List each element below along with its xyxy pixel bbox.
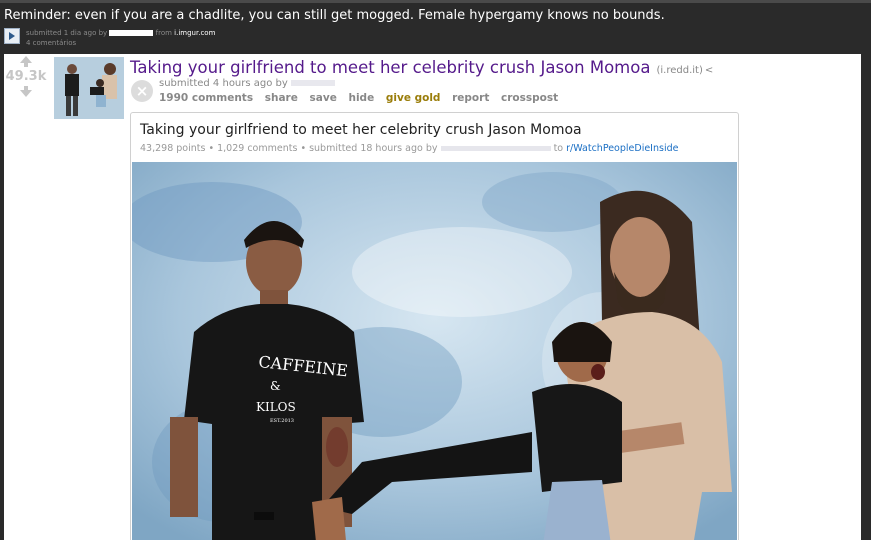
redacted-username bbox=[109, 30, 154, 36]
shirt-text-est: EST.2013 bbox=[270, 418, 294, 424]
crosspost-submitted: submitted 18 hours ago by bbox=[309, 143, 438, 154]
link-thumbnail-icon[interactable] bbox=[4, 28, 20, 44]
subreddit-link[interactable]: r/WatchPeopleDieInside bbox=[566, 143, 678, 154]
post-action-buttons: 1990 comments share save hide give gold … bbox=[159, 92, 566, 104]
crosspost-comments[interactable]: 1,029 comments bbox=[217, 143, 297, 154]
comments-button[interactable]: 1990 comments bbox=[159, 92, 253, 104]
crosspost-meta: 43,298 points • 1,029 comments • submitt… bbox=[140, 143, 679, 154]
downvote-icon[interactable] bbox=[4, 86, 48, 97]
hide-button[interactable]: hide bbox=[348, 92, 374, 104]
outer-post-title[interactable]: Reminder: even if you are a chadlite, yo… bbox=[4, 8, 665, 23]
outer-comments-link[interactable]: 4 comentários bbox=[26, 39, 76, 47]
post-title-link[interactable]: Taking your girlfriend to meet her celeb… bbox=[130, 58, 650, 77]
post-submitted-text: submitted 4 hours ago by bbox=[159, 78, 288, 89]
post-domain[interactable]: (i.redd.it) bbox=[656, 65, 702, 76]
crosspost-button[interactable]: crosspost bbox=[501, 92, 558, 104]
give-gold-button[interactable]: give gold bbox=[386, 92, 441, 104]
share-icon[interactable]: < bbox=[705, 65, 713, 76]
upvote-icon[interactable] bbox=[4, 56, 48, 67]
post-submitted-line: submitted 4 hours ago by bbox=[159, 78, 335, 89]
shirt-text-mark: & bbox=[270, 379, 281, 393]
outer-domain-link[interactable]: i.imgur.com bbox=[174, 29, 215, 37]
outer-submitted-text: submitted 1 dia ago by bbox=[26, 29, 108, 37]
redacted-username bbox=[291, 80, 335, 86]
post-thumbnail[interactable] bbox=[54, 57, 124, 119]
vote-column: 49.3k bbox=[4, 56, 48, 97]
top-border bbox=[0, 0, 871, 3]
report-button[interactable]: report bbox=[452, 92, 489, 104]
post-image[interactable]: CAFFEINE & KILOS EST.2013 bbox=[132, 162, 737, 540]
crosspost-title[interactable]: Taking your girlfriend to meet her celeb… bbox=[140, 122, 582, 138]
crosspost-to: to bbox=[553, 143, 564, 154]
outer-post-meta: submitted 1 dia ago by from i.imgur.com … bbox=[26, 28, 215, 48]
post-score: 49.3k bbox=[5, 69, 47, 84]
save-button[interactable]: save bbox=[310, 92, 337, 104]
embedded-post-panel: 49.3k Taking your girlfriend to meet her… bbox=[4, 54, 861, 540]
crosspost-card: Taking your girlfriend to meet her celeb… bbox=[130, 112, 739, 540]
shirt-text-kilos: KILOS bbox=[256, 400, 296, 414]
post-title-row: Taking your girlfriend to meet her celeb… bbox=[130, 58, 713, 77]
close-icon[interactable]: × bbox=[131, 80, 153, 102]
outer-from-text: from bbox=[155, 29, 172, 37]
crosspost-points: 43,298 points bbox=[140, 143, 206, 154]
redacted-username bbox=[440, 146, 551, 151]
share-button[interactable]: share bbox=[265, 92, 298, 104]
